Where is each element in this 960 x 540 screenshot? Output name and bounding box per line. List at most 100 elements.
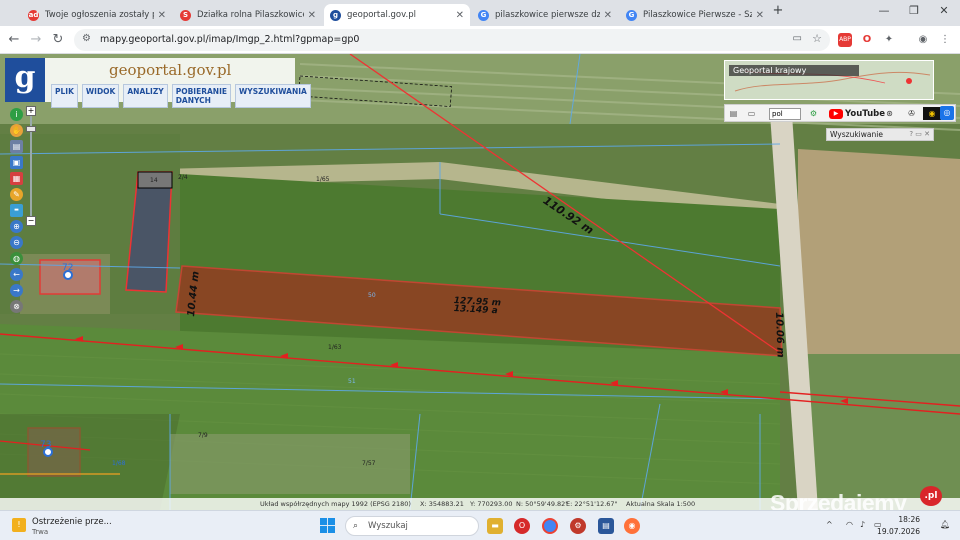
y-coordinate: Y: 770293.00 [470, 500, 513, 508]
close-icon[interactable]: ✕ [756, 10, 764, 21]
close-window-icon[interactable]: ✕ [930, 4, 958, 17]
google-icon: G [478, 9, 489, 21]
forward-icon[interactable]: → [28, 32, 44, 48]
arrow-right-icon[interactable]: → [10, 284, 23, 297]
youtube-play-icon: ▶ [829, 109, 843, 119]
google-icon: G [626, 9, 637, 21]
taskbar-search[interactable]: ⌕ Wyszukaj [345, 516, 479, 536]
plot-label: 7/9 [198, 432, 208, 439]
overview-map[interactable]: Geoportal krajowy [724, 60, 934, 100]
s-icon: S [180, 9, 191, 21]
measurement-right: 10.06 m [773, 312, 786, 358]
adblock-icon[interactable]: ABP [838, 33, 852, 47]
search-panel-header[interactable]: Wyszukiwanie ? ▭ ✕ [826, 128, 934, 141]
clock-time[interactable]: 18:26 [898, 515, 920, 524]
window-icon[interactable]: ▣ [10, 156, 23, 169]
zoom-in-icon[interactable]: ⊕ [10, 220, 23, 233]
print-icon[interactable]: ▦ [10, 172, 23, 185]
globe-icon[interactable]: ◍ [10, 252, 23, 265]
weather-title: Ostrzeżenie prze... [32, 517, 112, 527]
geoportal-icon: g [330, 9, 341, 21]
tab-dzialka[interactable]: S Działka rolna Pilaszkowice Pierw ✕ [174, 4, 322, 26]
close-icon[interactable]: ✕ [158, 10, 166, 21]
map-scale: Aktualna Skala 1:500 [626, 500, 696, 508]
menu-wyszukiwania[interactable]: WYSZUKIWANIA [234, 84, 311, 108]
volume-icon[interactable]: ♪ [860, 520, 865, 529]
opera-icon[interactable]: O [514, 518, 530, 534]
profile-icon[interactable]: ◉ [916, 33, 930, 47]
help-icon[interactable]: ⊛ [883, 107, 896, 120]
zoom-slider[interactable]: + − [25, 106, 37, 226]
settings-gear-icon[interactable]: ⚙ [570, 518, 586, 534]
window-icon[interactable]: ▭ [745, 107, 758, 120]
orthophoto-map [0, 54, 960, 510]
latitude: N: 50°59'49.82" [516, 500, 569, 508]
back-icon[interactable]: ← [6, 32, 22, 48]
tab-label: Działka rolna Pilaszkowice Pierw [197, 10, 304, 20]
zoom-plus-icon[interactable]: + [26, 106, 36, 116]
youtube-link[interactable]: ▶ YouTube [829, 108, 885, 120]
tab-google-search-2[interactable]: G Pilaszkowice Pierwsze - Szukaj ✕ [620, 4, 770, 26]
firefox-icon[interactable]: ◉ [624, 518, 640, 534]
close-icon[interactable]: ✕ [456, 10, 464, 21]
contrast-icon[interactable]: ◉ [923, 107, 941, 120]
language-select[interactable]: pol [769, 108, 801, 120]
document-icon[interactable]: ▤ [598, 518, 614, 534]
ad-icon: ad [28, 9, 39, 21]
close-icon[interactable]: ✕ [604, 10, 612, 21]
zoom-minus-icon[interactable]: − [26, 216, 36, 226]
arrow-left-icon[interactable]: ← [10, 268, 23, 281]
opera-extension-icon[interactable]: O [860, 33, 874, 47]
cast-icon[interactable]: ▭ [793, 33, 802, 44]
new-tab-button[interactable]: + [764, 3, 792, 18]
scale-icon[interactable]: ▬ [10, 204, 23, 217]
minimize-icon[interactable]: — [870, 4, 898, 17]
plot-label: 73 [40, 440, 52, 450]
windows-start-icon[interactable] [320, 518, 335, 533]
pencil-icon[interactable]: ✎ [10, 188, 23, 201]
eye-icon[interactable]: ◎ [940, 106, 954, 120]
url-text: mapy.geoportal.gov.pl/imap/Imgp_2.html?g… [100, 34, 360, 45]
file-explorer-icon[interactable]: ▬ [487, 518, 503, 534]
plot-label: 1/63 [328, 344, 342, 351]
accessibility-icon[interactable]: ✇ [905, 107, 918, 120]
map-view[interactable]: 72 73 50 51 2/4 1/65 1/63 7/57 1/68 7/9 … [0, 54, 960, 510]
tab-label: pilaszkowice pierwsze działka 6 [495, 10, 600, 20]
menu-analizy[interactable]: ANALIZY [123, 84, 168, 108]
maximize-icon[interactable]: ❐ [900, 4, 928, 17]
measure-icon[interactable]: ⊗ [10, 300, 23, 313]
plot-label: 51 [348, 378, 356, 385]
tab-geoportal[interactable]: g geoportal.gov.pl ✕ [324, 4, 470, 26]
geoportal-header: g geoportal.gov.pl PLIK WIDOK ANALIZY PO… [5, 58, 311, 108]
menu-dots-icon[interactable]: ⋮ [938, 33, 952, 47]
extensions-icon[interactable]: ✦ [882, 33, 896, 47]
table-icon[interactable]: ▤ [727, 107, 740, 120]
notifications-icon[interactable]: 🔔︎ [940, 520, 950, 529]
tab-label: Twoje ogłoszenia zostały przed [45, 10, 154, 20]
close-icon[interactable]: ✕ [308, 10, 316, 21]
tray-chevron-icon[interactable]: ^ [826, 520, 833, 529]
info-icon[interactable]: i [10, 108, 23, 121]
panel-controls-icon[interactable]: ? ▭ ✕ [909, 129, 930, 140]
geoportal-logo[interactable]: g [5, 58, 45, 102]
hand-pan-icon[interactable]: ✋ [10, 124, 23, 137]
tab-ogloszenia[interactable]: ad Twoje ogłoszenia zostały przed ✕ [22, 4, 172, 26]
menu-plik[interactable]: PLIK [51, 84, 78, 108]
menu-widok[interactable]: WIDOK [81, 84, 120, 108]
settings-icon[interactable]: ⚙ [807, 107, 820, 120]
zoom-out-icon[interactable]: ⊖ [10, 236, 23, 249]
tab-google-search-1[interactable]: G pilaszkowice pierwsze działka 6 ✕ [472, 4, 618, 26]
reload-icon[interactable]: ↻ [50, 32, 66, 48]
clock-date[interactable]: 19.07.2026 [877, 527, 920, 536]
address-bar[interactable]: ⚙ mapy.geoportal.gov.pl/imap/Imgp_2.html… [74, 29, 830, 51]
site-info-icon[interactable]: ⚙ [82, 33, 91, 44]
wifi-icon[interactable]: ◠ [846, 520, 853, 529]
bookmark-star-icon[interactable]: ☆ [812, 32, 822, 45]
menu-pobieranie-danych[interactable]: POBIERANIE DANYCH [171, 84, 231, 108]
sprzedajemy-watermark-tld: .pl [920, 486, 942, 506]
tab-strip: ad Twoje ogłoszenia zostały przed ✕ S Dz… [0, 0, 960, 26]
chrome-icon[interactable] [542, 518, 558, 534]
layers-icon[interactable]: ▤ [10, 140, 23, 153]
zoom-handle[interactable] [26, 126, 36, 132]
plot-label: 1/65 [316, 176, 330, 183]
